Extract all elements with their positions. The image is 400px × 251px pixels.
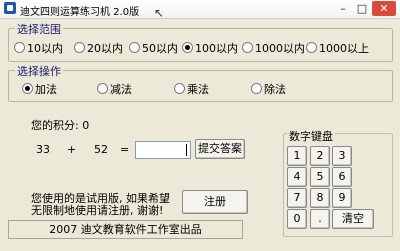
keypad-key-0[interactable]: 0 <box>287 209 307 229</box>
app-icon <box>4 2 16 14</box>
radio-icon[interactable] <box>129 42 140 53</box>
operation-option-multiply[interactable]: 乘法 <box>174 81 209 97</box>
app-window: 迪文四则运算练习机 2.0版 – □ ✕ ↖ 选择范围 10以内 20以内 50… <box>0 0 400 251</box>
close-button[interactable]: ✕ <box>372 1 396 16</box>
status-bar: 2007 迪文教育软件工作室出品 <box>8 220 243 239</box>
range-group-label: 选择范围 <box>15 21 63 37</box>
operation-option-subtract[interactable]: 减法 <box>97 81 132 97</box>
range-option-20[interactable]: 20以内 <box>74 40 123 56</box>
keypad-key-8[interactable]: 8 <box>310 188 330 208</box>
radio-icon[interactable] <box>242 42 253 53</box>
keypad-clear-button[interactable]: 清空 <box>332 209 374 229</box>
keypad-key-6[interactable]: 6 <box>332 167 352 187</box>
title-bar: 迪文四则运算练习机 2.0版 – □ ✕ <box>0 0 400 19</box>
keypad-key-dot[interactable]: . <box>310 209 330 229</box>
range-group: 选择范围 10以内 20以内 50以内 100以内 1000以内 1000以上 <box>8 21 393 62</box>
keypad-key-4[interactable]: 4 <box>287 167 307 187</box>
text-caret <box>186 144 187 156</box>
minimize-button[interactable]: – <box>334 1 352 16</box>
keypad-key-5[interactable]: 5 <box>310 167 330 187</box>
radio-icon[interactable] <box>306 42 317 53</box>
range-option-100[interactable]: 100以内 <box>182 40 238 56</box>
operation-group: 选择操作 加法 减法 乘法 除法 <box>8 63 393 102</box>
score-label: 您的积分: 0 <box>31 119 90 132</box>
radio-checked-icon[interactable] <box>182 42 193 53</box>
range-option-1000[interactable]: 1000以内 <box>242 40 305 56</box>
register-button[interactable]: 注册 <box>182 190 248 214</box>
operand-2: 52 <box>94 143 108 156</box>
maximize-button[interactable]: □ <box>353 1 371 16</box>
window-title: 迪文四则运算练习机 2.0版 <box>20 7 140 18</box>
keypad-key-7[interactable]: 7 <box>287 188 307 208</box>
radio-checked-icon[interactable] <box>22 83 33 94</box>
range-option-10[interactable]: 10以内 <box>14 40 63 56</box>
trial-notice-line-2: 无限制地使用请注册, 谢谢! <box>31 204 164 217</box>
radio-icon[interactable] <box>14 42 25 53</box>
keypad-key-1[interactable]: 1 <box>287 146 307 166</box>
radio-icon[interactable] <box>251 83 262 94</box>
operator-sign: + <box>67 143 77 156</box>
operand-1: 33 <box>36 143 50 156</box>
operation-option-divide[interactable]: 除法 <box>251 81 286 97</box>
range-option-1000-plus[interactable]: 1000以上 <box>306 40 369 56</box>
keypad-label: 数字键盘 <box>287 128 335 144</box>
operation-option-add[interactable]: 加法 <box>22 81 57 97</box>
radio-icon[interactable] <box>74 42 85 53</box>
radio-icon[interactable] <box>174 83 185 94</box>
keypad-key-9[interactable]: 9 <box>332 188 352 208</box>
range-option-50[interactable]: 50以内 <box>129 40 178 56</box>
mouse-cursor-icon: ↖ <box>154 6 165 20</box>
radio-icon[interactable] <box>97 83 108 94</box>
operation-group-label: 选择操作 <box>15 63 63 79</box>
keypad-key-3[interactable]: 3 <box>332 146 352 166</box>
equals-sign: = <box>120 143 130 156</box>
answer-input[interactable] <box>135 141 191 159</box>
submit-answer-button[interactable]: 提交答案 <box>195 139 245 159</box>
keypad-key-2[interactable]: 2 <box>310 146 330 166</box>
